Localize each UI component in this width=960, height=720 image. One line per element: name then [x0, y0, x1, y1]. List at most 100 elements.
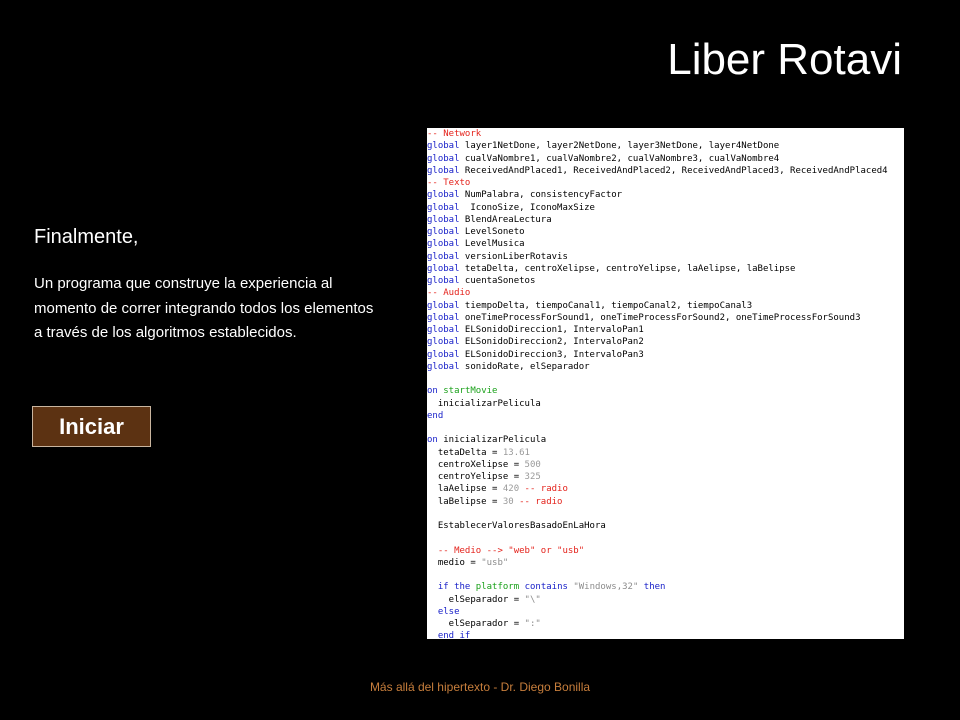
code-token-keyword: global: [427, 239, 460, 250]
code-line: tetaDelta = 13.61: [427, 447, 888, 459]
code-line: global sonidoRate, elSeparador: [427, 361, 888, 373]
code-token-plain: LevelMusica: [459, 239, 525, 250]
code-token-comment: -- Network: [427, 129, 482, 139]
code-token-number: 325: [524, 472, 541, 482]
code-token-string: "usb": [481, 557, 509, 568]
code-token-keyword: on: [427, 435, 438, 446]
code-line: -- Texto: [427, 177, 888, 189]
code-token-handler: startMovie: [443, 386, 498, 397]
code-token-plain: BlendAreaLectura: [459, 214, 552, 225]
code-token-plain: tetaDelta, centroXelipse, centroYelipse,…: [459, 263, 796, 274]
code-token-plain: ELSonidoDireccion3, IntervaloPan3: [459, 349, 644, 360]
code-token-string: "Windows,32": [573, 582, 639, 593]
code-token-comment: -- radio: [524, 484, 568, 495]
code-token-comment: -- Audio: [427, 288, 471, 299]
code-token-keyword: end: [427, 410, 444, 421]
code-token-keyword: global: [427, 251, 460, 262]
code-token-number: 30: [502, 496, 514, 507]
code-token-plain: centroXelipse =: [427, 459, 525, 470]
code-line: centroYelipse = 325: [427, 471, 888, 483]
code-token-plain: centroYelipse =: [427, 472, 525, 482]
slide-title: Liber Rotavi: [667, 35, 902, 84]
code-token-keyword: global: [427, 325, 460, 335]
code-line: if the platform contains "Windows,32" th…: [427, 581, 888, 593]
code-line: else: [427, 606, 888, 618]
code-listing: -- Network global layer1NetDone, layer2Ne…: [427, 128, 888, 639]
code-token-keyword: end if: [427, 631, 471, 639]
code-token-plain: cualVaNombre1, cualVaNombre2, cualVaNomb…: [459, 153, 780, 164]
code-line: -- Medio --> "web" or "usb": [427, 545, 888, 557]
code-token-plain: tiempoDelta, tiempoCanal1, tiempoCanal2,…: [459, 300, 753, 311]
code-token-plain: inicializarPelicula: [437, 435, 547, 446]
code-token-plain: inicializarPelicula: [427, 398, 541, 409]
code-line: global ELSonidoDireccion3, IntervaloPan3: [427, 349, 888, 361]
code-token-plain: layer1NetDone, layer2NetDone, layer3NetD…: [459, 141, 780, 152]
code-token-plain: oneTimeProcessForSound1, oneTimeProcessF…: [459, 312, 861, 323]
code-token-plain: NumPalabra, consistencyFactor: [459, 190, 623, 201]
code-line: laBelipse = 30 -- radio: [427, 496, 888, 508]
code-listing-panel: -- Network global layer1NetDone, layer2Ne…: [427, 128, 904, 639]
code-token-plain: ReceivedAndPlaced1, ReceivedAndPlaced2, …: [459, 165, 888, 176]
code-token-number: 420: [502, 484, 520, 495]
code-token-number: 13.61: [502, 447, 530, 458]
footer-credit: Más allá del hipertexto - Dr. Diego Boni…: [369, 680, 591, 694]
code-line: elSeparador = "\": [427, 594, 888, 606]
code-token-plain: EstablecerValoresBasadoEnLaHora: [427, 521, 606, 531]
start-button[interactable]: Iniciar: [32, 406, 151, 447]
code-line: global IconoSize, IconoMaxSize: [427, 202, 888, 214]
code-line: global ELSonidoDireccion1, IntervaloPan1: [427, 324, 888, 336]
section-heading: Finalmente,: [34, 226, 139, 248]
code-token-keyword: global: [427, 300, 460, 311]
code-line: inicializarPelicula: [427, 398, 888, 410]
code-token-keyword: global: [427, 214, 460, 225]
code-token-handler: platform: [475, 582, 520, 593]
code-token-keyword: global: [427, 202, 460, 213]
code-token-number: 500: [524, 459, 541, 470]
code-line: global oneTimeProcessForSound1, oneTimeP…: [427, 312, 888, 324]
code-token-plain: laBelipse =: [427, 496, 503, 507]
code-token-plain: tetaDelta =: [427, 447, 503, 458]
code-line: global tetaDelta, centroXelipse, centroY…: [427, 263, 888, 275]
code-line: on inicializarPelicula: [427, 434, 888, 446]
code-line: end if: [427, 630, 888, 639]
code-line: global ELSonidoDireccion2, IntervaloPan2: [427, 336, 888, 348]
code-line: laAelipse = 420 -- radio: [427, 483, 888, 495]
code-line: global LevelMusica: [427, 238, 888, 250]
code-line: global layer1NetDone, layer2NetDone, lay…: [427, 140, 888, 152]
code-token-keyword: else: [427, 606, 460, 617]
code-line: elSeparador = ":": [427, 618, 888, 630]
code-line: global cuentaSonetos: [427, 275, 888, 287]
code-line: global LevelSoneto: [427, 226, 888, 238]
code-token-keyword: then: [643, 582, 666, 593]
code-line: global BlendAreaLectura: [427, 214, 888, 226]
code-token-plain: IconoSize, IconoMaxSize: [459, 202, 595, 213]
code-token-keyword: global: [427, 263, 460, 274]
code-token-keyword: global: [427, 361, 460, 372]
code-token-keyword: global: [427, 337, 460, 348]
code-token-plain: laAelipse =: [427, 484, 503, 495]
code-token-keyword: contains: [524, 582, 568, 593]
code-token-keyword: global: [427, 153, 460, 164]
code-token-keyword: global: [427, 349, 460, 360]
code-token-keyword: global: [427, 276, 460, 286]
code-token-plain: ELSonidoDireccion2, IntervaloPan2: [459, 337, 644, 348]
code-token-comment: -- Texto: [427, 178, 471, 188]
code-token-keyword: global: [427, 312, 460, 323]
code-token-plain: elSeparador =: [427, 619, 525, 629]
code-token-keyword: if the: [427, 582, 471, 593]
code-line: global cualVaNombre1, cualVaNombre2, cua…: [427, 153, 888, 165]
code-token-plain: ELSonidoDireccion1, IntervaloPan1: [459, 325, 644, 335]
code-token-plain: LevelSoneto: [459, 227, 525, 237]
code-token-plain: cuentaSonetos: [459, 276, 536, 286]
code-token-keyword: on: [427, 386, 438, 397]
code-token-plain: versionLiberRotavis: [459, 251, 568, 262]
code-token-keyword: global: [427, 141, 460, 152]
code-token-keyword: global: [427, 227, 460, 237]
code-line: on startMovie: [427, 385, 888, 397]
code-token-plain: medio =: [427, 557, 482, 568]
code-line: global tiempoDelta, tiempoCanal1, tiempo…: [427, 300, 888, 312]
